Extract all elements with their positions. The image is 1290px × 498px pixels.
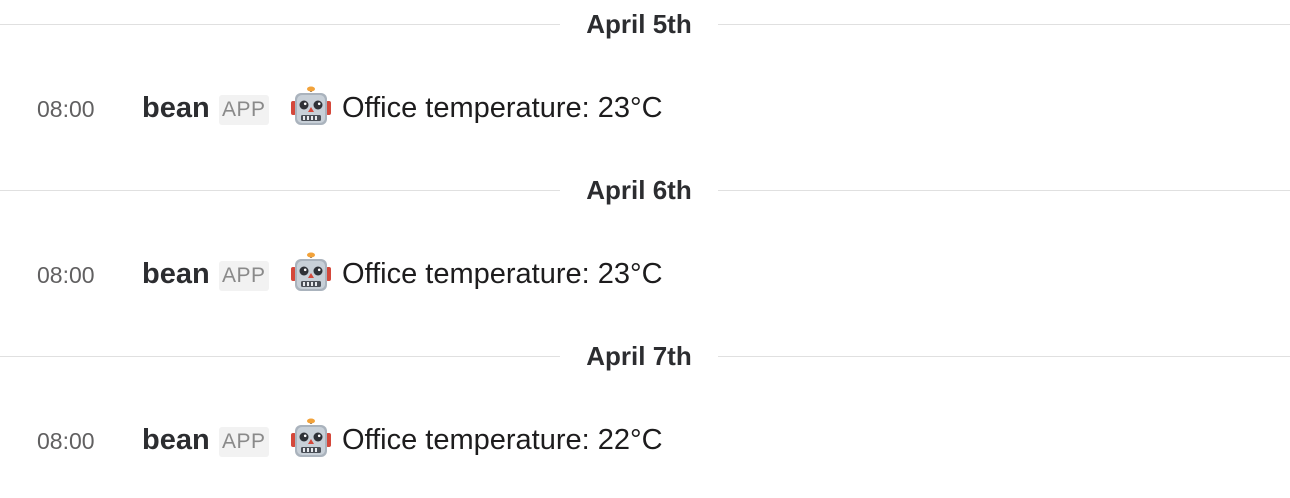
message-timestamp[interactable]: 08:00 (37, 96, 95, 122)
sender-name[interactable]: bean (142, 91, 210, 125)
date-divider: April 5th (0, 0, 1290, 48)
robot-face-icon (290, 418, 332, 460)
app-badge: APP (219, 427, 269, 457)
robot-face-icon (290, 252, 332, 294)
app-badge: APP (219, 95, 269, 125)
message-row[interactable]: 08:00 bean APP Office temperature: 23°C (0, 84, 1290, 128)
day-group: April 7th 08:00 bean APP Office temperat… (0, 332, 1290, 498)
message-text: Office temperature: 22°C (342, 424, 663, 456)
message-text: Office temperature: 23°C (342, 92, 663, 124)
message-timestamp[interactable]: 08:00 (37, 262, 95, 288)
day-group: April 6th 08:00 bean APP Office temperat… (0, 166, 1290, 332)
date-divider: April 7th (0, 332, 1290, 380)
robot-face-icon (290, 86, 332, 128)
message-text: Office temperature: 23°C (342, 258, 663, 290)
date-divider-label[interactable]: April 7th (560, 338, 718, 374)
date-divider: April 6th (0, 166, 1290, 214)
message-row[interactable]: 08:00 bean APP Office temperature: 23°C (0, 250, 1290, 294)
message-timestamp[interactable]: 08:00 (37, 428, 95, 454)
sender-name[interactable]: bean (142, 257, 210, 291)
day-group: April 5th 08:00 bean APP Office temperat… (0, 0, 1290, 166)
message-row[interactable]: 08:00 bean APP Office temperature: 22°C (0, 416, 1290, 460)
date-divider-label[interactable]: April 5th (560, 6, 718, 42)
app-badge: APP (219, 261, 269, 291)
date-divider-label[interactable]: April 6th (560, 172, 718, 208)
sender-name[interactable]: bean (142, 423, 210, 457)
message-feed: April 5th 08:00 bean APP Office temperat… (0, 0, 1290, 472)
